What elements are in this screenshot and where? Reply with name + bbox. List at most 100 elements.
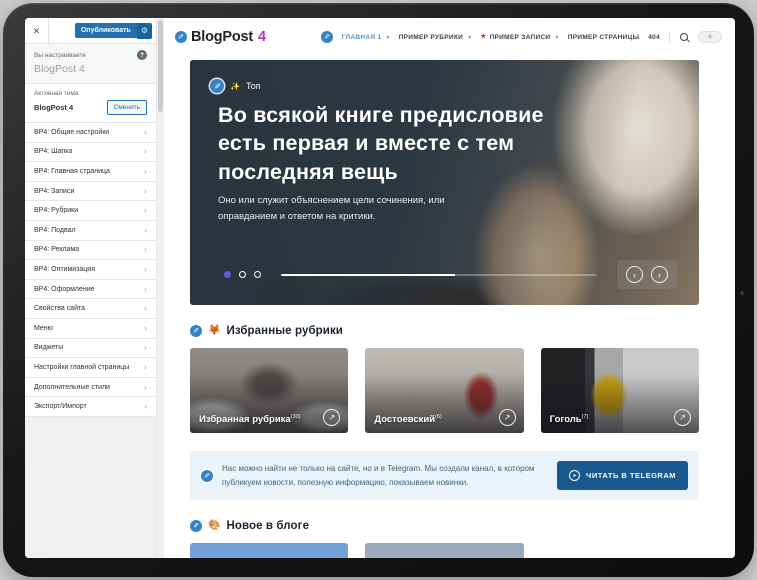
menu-item-widgets[interactable]: Виджеты›	[25, 339, 156, 359]
carousel-dots	[224, 271, 261, 278]
prev-slide-button[interactable]: ‹	[626, 266, 643, 283]
edit-pencil-icon[interactable]	[321, 31, 333, 43]
site-preview: BlogPost 4 ГЛАВНАЯ 1 ПРИМЕР РУБРИКИ ★ПРИМ…	[164, 18, 735, 558]
card-title: Достоевский(6)	[374, 414, 442, 425]
chevron-right-icon: ›	[144, 324, 147, 333]
help-icon[interactable]: ?	[137, 50, 147, 60]
active-theme-label: Активная тема	[34, 90, 147, 97]
chevron-right-icon: ›	[144, 226, 147, 235]
menu-item-ads[interactable]: ВР4: Реклама›	[25, 241, 156, 261]
chevron-right-icon: ›	[144, 265, 147, 274]
post-card[interactable]	[190, 543, 348, 558]
edit-pencil-icon[interactable]	[175, 31, 187, 43]
menu-item-general-settings[interactable]: ВР4: Общие настройки›	[25, 123, 156, 143]
section-title: Избранные рубрики	[226, 325, 343, 337]
publish-button[interactable]: Опубликовать	[75, 23, 137, 38]
chevron-right-icon: ›	[144, 402, 147, 411]
carousel-dot-1[interactable]	[224, 271, 231, 278]
nav-item-post-example[interactable]: ★ПРИМЕР ЗАПИСИ	[480, 34, 558, 41]
new-in-blog-heading: 🎨 Новое в блоге	[190, 520, 699, 532]
sparkle-icon: ✨	[230, 82, 240, 91]
active-theme-name: BlogPost 4	[34, 103, 73, 112]
carousel-dot-2[interactable]	[239, 271, 246, 278]
nav-divider	[669, 32, 670, 43]
hero-title[interactable]: Во всякой книге предисловие есть первая …	[218, 101, 688, 186]
chevron-right-icon: ›	[144, 363, 147, 372]
page-background: ✕ Опубликовать ⚙ Вы настраиваете ? BlogP…	[0, 0, 757, 580]
scrollbar-thumb[interactable]	[158, 20, 163, 112]
chevron-right-icon: ›	[144, 383, 147, 392]
chevron-right-icon: ›	[144, 128, 147, 137]
edit-pencil-icon[interactable]	[201, 470, 213, 482]
next-slide-button[interactable]: ›	[651, 266, 668, 283]
hero-subtitle: Оно или служит объяснением цели сочинени…	[218, 193, 445, 225]
sidebar-filler	[25, 417, 156, 558]
card-title: Гоголь(7)	[550, 414, 589, 425]
telegram-banner: Нас можно найти не только на сайте, но и…	[190, 451, 699, 500]
section-title: Новое в блоге	[226, 520, 309, 532]
site-logo[interactable]: BlogPost 4	[175, 29, 266, 45]
menu-item-homepage-settings[interactable]: Настройки главной страницы›	[25, 358, 156, 378]
featured-cards-row: Избранная рубрика(30) ↗ Достоевский(6) ↗…	[190, 348, 699, 433]
customizing-label: Вы настраиваете	[34, 52, 86, 59]
sun-icon: ☀	[707, 34, 713, 41]
customizing-panel: Вы настраиваете ? BlogPost 4	[25, 44, 156, 84]
nav-item-category-example[interactable]: ПРИМЕР РУБРИКИ	[399, 34, 472, 41]
telegram-text: Нас можно найти не только на сайте, но и…	[222, 462, 548, 490]
tablet-frame: ✕ Опубликовать ⚙ Вы настраиваете ? BlogP…	[3, 3, 754, 577]
customizer-sidebar: ✕ Опубликовать ⚙ Вы настраиваете ? BlogP…	[25, 18, 156, 558]
menu-item-footer[interactable]: ВР4: Подвал›	[25, 221, 156, 241]
site-header: BlogPost 4 ГЛАВНАЯ 1 ПРИМЕР РУБРИКИ ★ПРИМ…	[164, 18, 735, 56]
menu-item-main-page[interactable]: ВР4: Главная страница›	[25, 162, 156, 182]
fox-emoji-icon: 🦊	[208, 326, 220, 336]
edit-pencil-icon[interactable]	[210, 79, 224, 93]
menu-item-site-identity[interactable]: Свойства сайта›	[25, 299, 156, 319]
hero-carousel-controls: ‹ ›	[224, 260, 677, 289]
chevron-right-icon: ›	[144, 285, 147, 294]
post-card[interactable]	[541, 543, 699, 558]
chevron-right-icon: ›	[144, 245, 147, 254]
customizer-menu: ВР4: Общие настройки› ВР4: Шапка› ВР4: Г…	[25, 123, 156, 417]
site-nav-menu: ГЛАВНАЯ 1 ПРИМЕР РУБРИКИ ★ПРИМЕР ЗАПИСИ …	[321, 31, 722, 43]
category-card-featured[interactable]: Избранная рубрика(30) ↗	[190, 348, 348, 433]
menu-item-posts[interactable]: ВР4: Записи›	[25, 182, 156, 202]
nav-item-home[interactable]: ГЛАВНАЯ 1	[342, 34, 390, 41]
gear-icon[interactable]: ⚙	[137, 23, 152, 39]
menu-item-appearance[interactable]: ВР4: Оформление›	[25, 280, 156, 300]
carousel-progress	[281, 274, 597, 276]
customized-site-title: BlogPost 4	[34, 63, 147, 75]
hero-badge-label: Топ	[246, 81, 261, 91]
menu-item-categories[interactable]: ВР4: Рубрики›	[25, 201, 156, 221]
nav-item-404[interactable]: 404	[648, 34, 660, 41]
menu-item-header[interactable]: ВР4: Шапка›	[25, 143, 156, 163]
change-theme-button[interactable]: Сменить	[107, 100, 147, 115]
edit-pencil-icon[interactable]	[190, 325, 202, 337]
menu-item-optimization[interactable]: ВР4: Оптимизация›	[25, 260, 156, 280]
card-title: Избранная рубрика(30)	[199, 414, 301, 425]
category-card-gogol[interactable]: Гоголь(7) ↗	[541, 348, 699, 433]
chevron-right-icon: ›	[144, 206, 147, 215]
menu-item-menus[interactable]: Меню›	[25, 319, 156, 339]
close-icon[interactable]: ✕	[25, 18, 49, 43]
edit-pencil-icon[interactable]	[190, 520, 202, 532]
carousel-dot-3[interactable]	[254, 271, 261, 278]
palette-emoji-icon: 🎨	[208, 521, 220, 531]
logo-accent: 4	[258, 29, 266, 45]
logo-text: BlogPost	[191, 29, 253, 45]
category-card-dostoevsky[interactable]: Достоевский(6) ↗	[365, 348, 523, 433]
arrow-up-right-icon[interactable]: ↗	[499, 409, 516, 426]
chevron-right-icon: ›	[144, 304, 147, 313]
active-theme-panel: Активная тема BlogPost 4 Сменить	[25, 84, 156, 123]
sidebar-scrollbar[interactable]	[156, 18, 164, 558]
menu-item-export-import[interactable]: Экспорт/Импорт›	[25, 397, 156, 417]
read-in-telegram-button[interactable]: ➤ ЧИТАТЬ В TELEGRAM	[557, 461, 688, 490]
nav-item-page-example[interactable]: ПРИМЕР СТРАНИЦЫ	[568, 34, 640, 41]
post-card[interactable]	[365, 543, 523, 558]
dark-mode-toggle[interactable]: ☀	[698, 31, 722, 43]
featured-section-heading: 🦊 Избранные рубрики	[190, 325, 699, 337]
chevron-right-icon: ›	[144, 167, 147, 176]
menu-item-additional-css[interactable]: Дополнительные стили›	[25, 378, 156, 398]
hero-slider: ✨ Топ Во всякой книге предисловие есть п…	[190, 60, 699, 305]
arrow-up-right-icon[interactable]: ↗	[674, 409, 691, 426]
search-icon[interactable]	[680, 33, 688, 41]
